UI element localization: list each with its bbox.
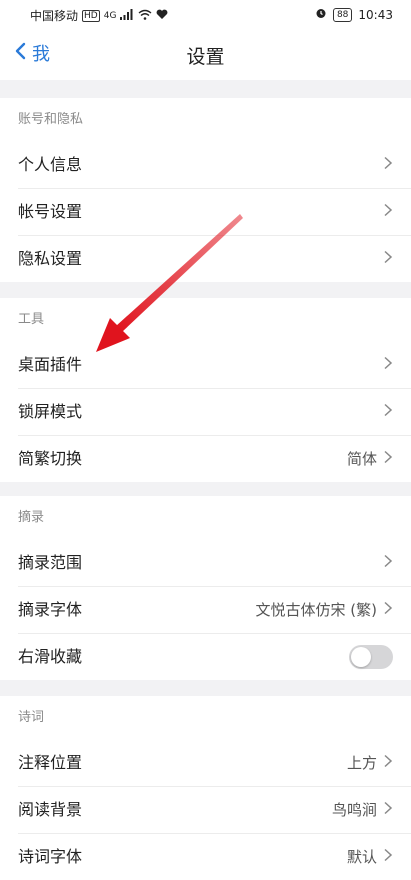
- section-header: 账号和隐私: [18, 112, 84, 127]
- row-label: 右滑收藏: [18, 647, 83, 666]
- row-personal-info[interactable]: 个人信息: [18, 142, 411, 189]
- chevron-right-icon: [383, 587, 393, 633]
- row-excerpt-font[interactable]: 摘录字体 文悦古体仿宋 (繁): [18, 587, 411, 634]
- wifi-icon: [138, 9, 152, 23]
- signal-icon: [120, 8, 134, 23]
- chevron-right-icon: [383, 436, 393, 482]
- row-label: 帐号设置: [18, 202, 83, 221]
- row-label: 摘录范围: [18, 553, 83, 572]
- chevron-right-icon: [383, 142, 393, 188]
- section-excerpt: 摘录 摘录范围 摘录字体 文悦古体仿宋 (繁) 右滑收藏: [0, 496, 411, 680]
- row-label: 锁屏模式: [18, 402, 83, 421]
- toggle-knob: [351, 647, 371, 667]
- signal-label: 4G: [103, 10, 117, 21]
- status-right: 88 10:43: [315, 7, 393, 22]
- status-left: 中国移动 HD 4G: [30, 7, 168, 24]
- row-value: 上方: [346, 754, 377, 772]
- section-header: 工具: [18, 312, 45, 327]
- section-poetry: 诗词 注释位置 上方 阅读背景 鸟鸣涧 诗词字体 默认: [0, 696, 411, 880]
- row-simplified-traditional[interactable]: 简繁切换 简体: [18, 436, 411, 482]
- row-value: 鸟鸣涧: [331, 801, 377, 819]
- clock: 10:43: [358, 7, 393, 22]
- row-label: 阅读背景: [18, 800, 83, 819]
- chevron-right-icon: [383, 342, 393, 388]
- chevron-right-icon: [383, 834, 393, 880]
- row-poetry-font[interactable]: 诗词字体 默认: [18, 834, 411, 880]
- chevron-right-icon: [383, 740, 393, 786]
- row-label: 个人信息: [18, 155, 83, 174]
- row-account-settings[interactable]: 帐号设置: [18, 189, 411, 236]
- network-badge: HD: [82, 9, 100, 22]
- section-header: 诗词: [18, 710, 45, 725]
- page-title: 设置: [186, 46, 225, 68]
- row-excerpt-range[interactable]: 摘录范围: [18, 540, 411, 587]
- row-value: 文悦古体仿宋 (繁): [255, 601, 377, 619]
- row-swipe-favorite: 右滑收藏: [18, 634, 411, 680]
- row-label: 诗词字体: [18, 847, 83, 866]
- row-annotation-position[interactable]: 注释位置 上方: [18, 740, 411, 787]
- row-label: 注释位置: [18, 753, 83, 772]
- chevron-right-icon: [383, 236, 393, 282]
- chevron-right-icon: [383, 540, 393, 586]
- row-label: 摘录字体: [18, 600, 83, 619]
- section-account-privacy: 账号和隐私 个人信息 帐号设置 隐私设置: [0, 98, 411, 282]
- section-header: 摘录: [18, 510, 45, 525]
- section-tools: 工具 桌面插件 锁屏模式 简繁切换 简体: [0, 298, 411, 482]
- chevron-right-icon: [383, 787, 393, 833]
- alarm-icon: [315, 7, 327, 22]
- row-privacy-settings[interactable]: 隐私设置: [18, 236, 411, 282]
- carrier-label: 中国移动: [30, 9, 79, 23]
- row-desktop-widget[interactable]: 桌面插件: [18, 342, 411, 389]
- nav-bar: 我 设置: [0, 30, 411, 80]
- row-lock-screen-mode[interactable]: 锁屏模式: [18, 389, 411, 436]
- status-bar: 中国移动 HD 4G 88 10:43: [0, 0, 411, 30]
- heart-icon: [156, 9, 168, 23]
- row-value: 简体: [346, 450, 377, 468]
- battery-indicator: 88: [332, 7, 353, 22]
- row-label: 隐私设置: [18, 249, 83, 268]
- row-label: 桌面插件: [18, 355, 83, 374]
- row-reading-background[interactable]: 阅读背景 鸟鸣涧: [18, 787, 411, 834]
- row-label: 简繁切换: [18, 449, 83, 468]
- row-value: 默认: [346, 848, 377, 866]
- chevron-right-icon: [383, 389, 393, 435]
- swipe-favorite-toggle[interactable]: [349, 645, 393, 669]
- chevron-right-icon: [383, 189, 393, 235]
